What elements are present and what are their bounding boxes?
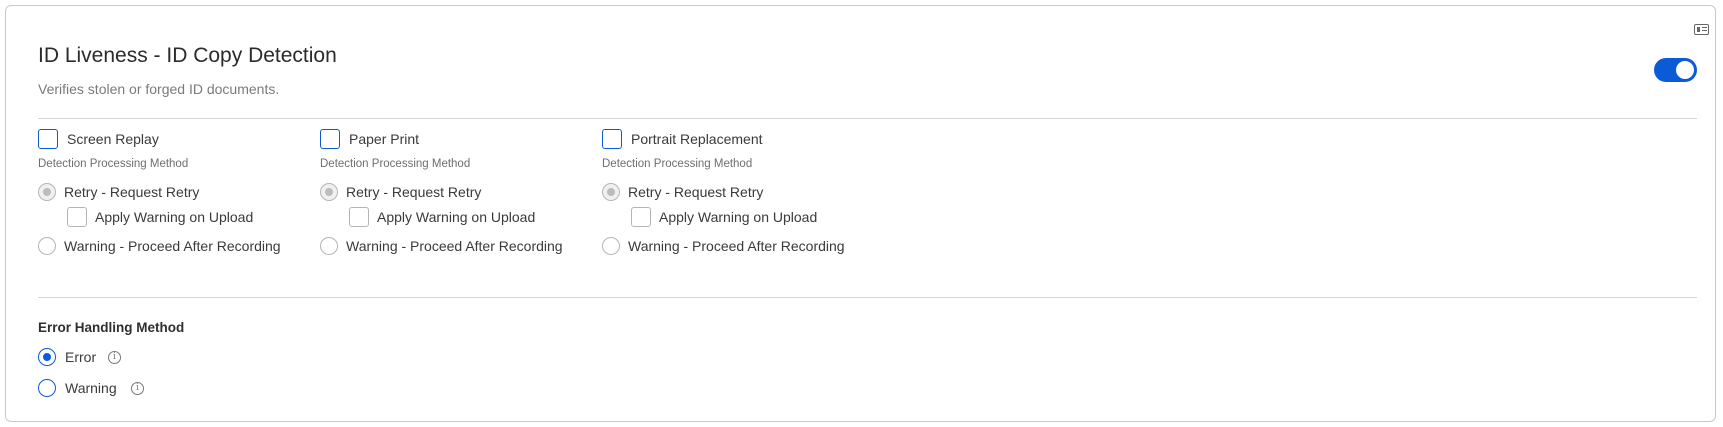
error-option-label[interactable]: Error xyxy=(65,349,96,365)
apply-warning-checkbox xyxy=(631,207,651,227)
id-card-icon[interactable] xyxy=(1694,24,1709,35)
detection-column-screen-replay: Screen Replay Detection Processing Metho… xyxy=(38,129,318,279)
card-title: ID Liveness - ID Copy Detection xyxy=(38,44,337,67)
paper-print-checkbox[interactable] xyxy=(320,129,340,149)
info-icon[interactable]: i xyxy=(108,351,121,364)
retry-radio xyxy=(320,183,338,201)
retry-label: Retry - Request Retry xyxy=(346,184,482,200)
detection-method-label: Detection Processing Method xyxy=(320,158,471,170)
warning-option-label[interactable]: Warning xyxy=(65,380,117,396)
warning-label: Warning - Proceed After Recording xyxy=(64,238,281,254)
divider xyxy=(38,297,1697,298)
warning-label: Warning - Proceed After Recording xyxy=(346,238,563,254)
enable-toggle[interactable] xyxy=(1654,58,1697,82)
error-handling-title: Error Handling Method xyxy=(38,320,185,335)
portrait-replacement-label[interactable]: Portrait Replacement xyxy=(631,131,763,147)
apply-warning-checkbox xyxy=(67,207,87,227)
detection-column-portrait-replacement: Portrait Replacement Detection Processin… xyxy=(602,129,882,279)
error-radio[interactable] xyxy=(38,348,56,366)
portrait-replacement-checkbox[interactable] xyxy=(602,129,622,149)
retry-radio xyxy=(38,183,56,201)
warning-radio xyxy=(38,237,56,255)
detection-method-label: Detection Processing Method xyxy=(38,158,189,170)
apply-warning-label: Apply Warning on Upload xyxy=(659,209,818,225)
apply-warning-label: Apply Warning on Upload xyxy=(377,209,536,225)
info-icon[interactable]: i xyxy=(131,382,144,395)
warning-label: Warning - Proceed After Recording xyxy=(628,238,845,254)
screen-replay-label[interactable]: Screen Replay xyxy=(67,131,159,147)
card-subtitle: Verifies stolen or forged ID documents. xyxy=(38,81,280,97)
apply-warning-label: Apply Warning on Upload xyxy=(95,209,254,225)
divider xyxy=(38,118,1697,119)
screen-replay-checkbox[interactable] xyxy=(38,129,58,149)
warning-radio xyxy=(602,237,620,255)
paper-print-label[interactable]: Paper Print xyxy=(349,131,419,147)
warning-radio xyxy=(320,237,338,255)
warning-handling-radio[interactable] xyxy=(38,379,56,397)
detection-method-label: Detection Processing Method xyxy=(602,158,753,170)
retry-radio xyxy=(602,183,620,201)
retry-label: Retry - Request Retry xyxy=(64,184,200,200)
toggle-knob xyxy=(1676,61,1694,79)
detection-settings-card: ID Liveness - ID Copy Detection Verifies… xyxy=(5,5,1716,422)
apply-warning-checkbox xyxy=(349,207,369,227)
retry-label: Retry - Request Retry xyxy=(628,184,764,200)
detection-column-paper-print: Paper Print Detection Processing Method … xyxy=(320,129,600,279)
